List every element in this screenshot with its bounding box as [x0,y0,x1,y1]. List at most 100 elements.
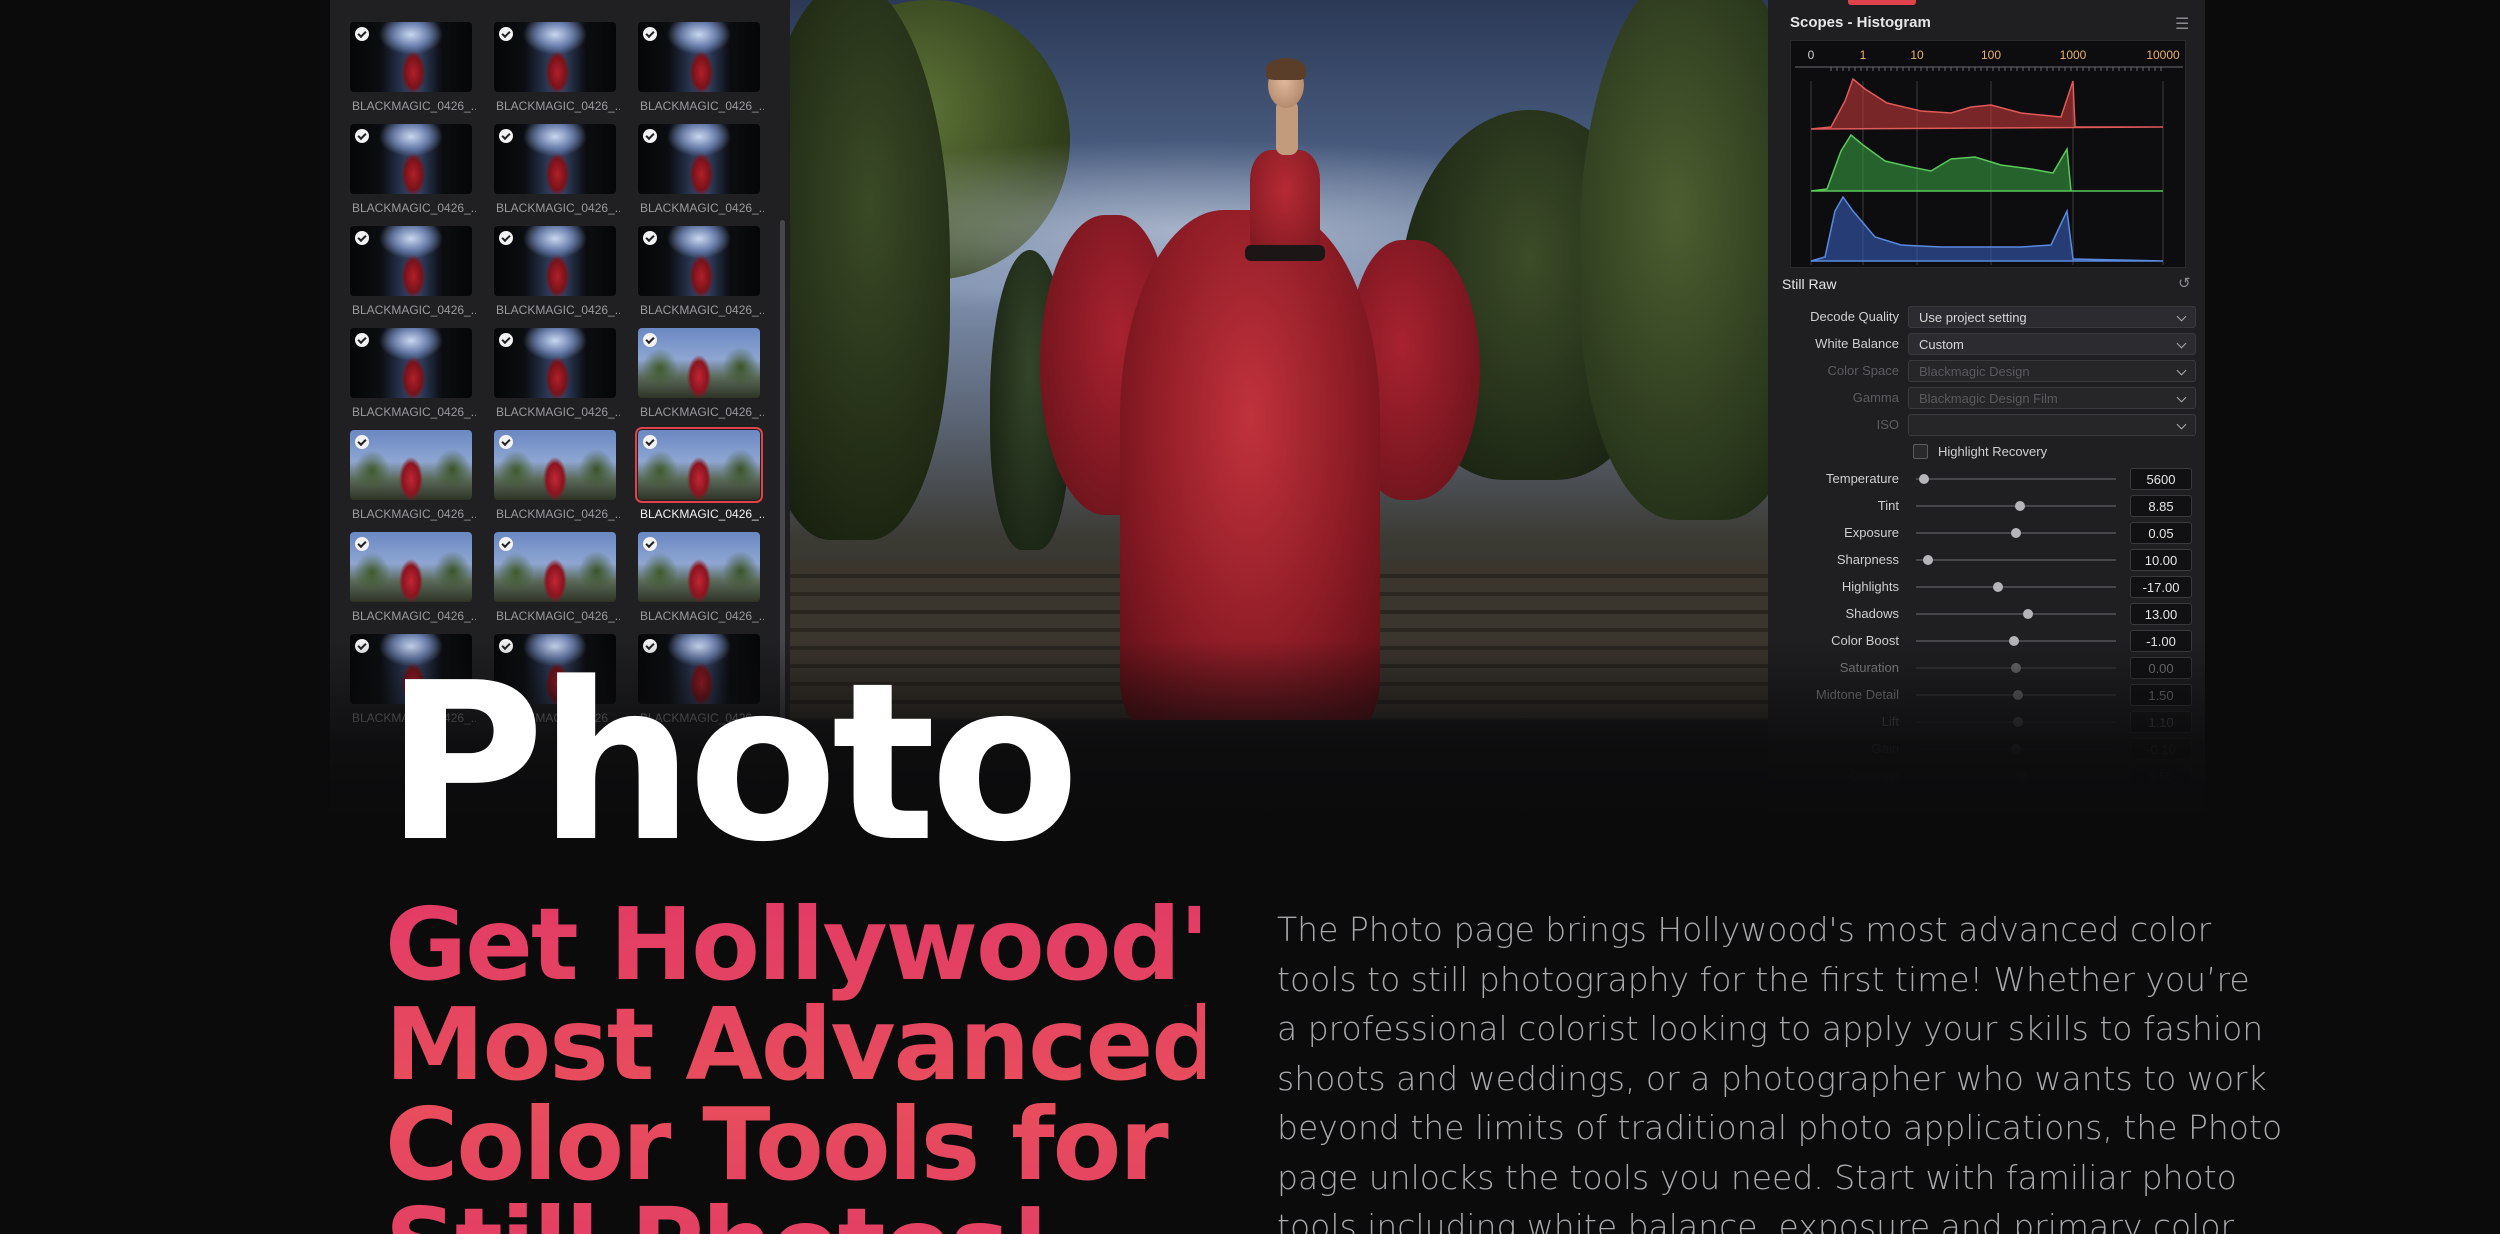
thumbnail-image[interactable] [494,22,616,92]
thumbnail-name: BLACKMAGIC_0426_... [640,99,764,113]
param-dropdown[interactable]: Use project setting [1908,306,2196,328]
body-line: The Photo page brings Hollywood's most a… [1277,910,2212,949]
param-row-slider: Highlights -17.00 [1768,575,2205,599]
thumbnail-image[interactable] [638,124,760,194]
histogram-scale-label: 1000 [2060,48,2087,62]
histogram-scale-label: 0 [1808,48,1815,62]
cloud-sync-icon [643,333,657,347]
param-slider-track[interactable] [1916,478,2116,480]
highlight-recovery-row: Highlight Recovery [1768,440,2205,464]
thumbnail-name: BLACKMAGIC_0426_... [640,405,764,419]
param-value-field[interactable]: 5600 [2130,468,2192,490]
still-raw-header: Still Raw [1782,276,1837,292]
image-viewer[interactable] [790,0,1798,720]
headline-line: Color Tools for [385,1086,1167,1203]
thumbnail-image[interactable] [350,124,472,194]
param-slider-track[interactable] [1916,559,2116,561]
param-dropdown [1908,414,2196,436]
headline-line: Get Hollywood's [385,886,1266,1003]
cloud-sync-icon [355,129,369,143]
param-label: ISO [1876,417,1899,432]
thumbnail-image[interactable] [638,328,760,398]
viewer-model-torso [1250,150,1320,250]
param-row-select: ISO [1768,413,2205,437]
param-label: Color Space [1827,363,1899,378]
param-row-slider: Exposure 0.05 [1768,521,2205,545]
param-value-field[interactable]: 0.05 [2130,522,2192,544]
cloud-sync-icon [355,231,369,245]
body-copy: The Photo page brings Hollywood's most a… [1277,905,2283,1234]
param-value-field[interactable]: 10.00 [2130,549,2192,571]
thumbnail-image[interactable] [350,328,472,398]
histogram-scale-label: 1 [1860,48,1867,62]
body-line: a professional colorist looking to apply… [1277,1009,2264,1048]
reset-icon[interactable]: ↺ [2178,274,2191,292]
thumbnail-image[interactable] [494,532,616,602]
param-label: Shadows [1845,606,1899,621]
thumbnail-name: BLACKMAGIC_0426_... [496,405,620,419]
param-slider-knob[interactable] [1919,474,1929,484]
param-row-select: Gamma Blackmagic Design Film [1768,386,2205,410]
thumbnail-image[interactable] [638,226,760,296]
param-label: Highlights [1841,579,1899,594]
param-value-field[interactable]: -17.00 [2130,576,2192,598]
param-slider-knob[interactable] [1923,555,1933,565]
thumbnail-name: BLACKMAGIC_0426_... [496,507,620,521]
body-line: page unlocks the tools you need. Start w… [1277,1157,2237,1197]
thumbnail-image[interactable] [494,328,616,398]
thumbnail-image[interactable] [494,430,616,500]
param-row-select: Color Space Blackmagic Design [1768,359,2205,383]
param-slider-knob[interactable] [1993,582,2003,592]
highlight-recovery-checkbox[interactable] [1913,444,1928,459]
param-label: Gamma [1852,390,1899,405]
thumbnail-name: BLACKMAGIC_0426_... [352,507,476,521]
thumbnail-image[interactable] [635,427,763,503]
viewer-model-neck [1276,100,1298,155]
param-slider-track[interactable] [1916,613,2116,615]
param-row-slider: Sharpness 10.00 [1768,548,2205,572]
thumbnail-image[interactable] [638,22,760,92]
param-label: Sharpness [1836,552,1899,567]
viewer-tree-left [790,0,950,540]
cloud-sync-icon [499,333,513,347]
thumbnail-name: BLACKMAGIC_0426_... [640,507,764,521]
param-slider-knob[interactable] [2015,501,2025,511]
param-slider-knob[interactable] [2011,528,2021,538]
thumbnail-name: BLACKMAGIC_0426_... [640,201,764,215]
cloud-sync-icon [355,435,369,449]
histogram-scope: 0 1 10 100 1000 10000 [1790,40,2186,268]
cloud-sync-icon [643,231,657,245]
scopes-options-icon[interactable]: ☰ [2175,14,2189,34]
cloud-sync-icon [643,435,657,449]
thumbnail-image[interactable] [350,532,472,602]
cloud-sync-icon [355,27,369,41]
param-label: White Balance [1815,336,1899,351]
cloud-sync-icon [643,537,657,551]
thumbnail-name: BLACKMAGIC_0426_... [352,303,476,317]
cloud-sync-icon [355,333,369,347]
body-line: beyond the limits of traditional photo a… [1277,1108,2283,1147]
thumbnail-image[interactable] [638,532,760,602]
highlight-recovery-label: Highlight Recovery [1938,444,2048,459]
thumbnail-name: BLACKMAGIC_0426_... [352,609,476,623]
thumbnail-name: BLACKMAGIC_0426_... [496,201,620,215]
thumbnail-name: BLACKMAGIC_0426_... [496,303,620,317]
viewer-belt [1245,245,1325,261]
param-slider-track[interactable] [1916,586,2116,588]
thumbnail-image[interactable] [350,430,472,500]
thumbnail-image[interactable] [494,124,616,194]
param-row-select: Decode Quality Use project setting [1768,305,2205,329]
param-value-field[interactable]: 13.00 [2130,603,2192,625]
param-slider-knob[interactable] [2023,609,2033,619]
param-row-slider: Shadows 13.00 [1768,602,2205,626]
thumbnail-image[interactable] [350,22,472,92]
thumbnail-image[interactable] [350,226,472,296]
active-tab-indicator [1848,0,1916,5]
param-value-field[interactable]: 8.85 [2130,495,2192,517]
histogram-scale-label: 10 [1910,48,1924,62]
thumbnail-name: BLACKMAGIC_0426_... [352,201,476,215]
thumbnail-image[interactable] [494,226,616,296]
thumbnail-name: BLACKMAGIC_0426_... [496,609,620,623]
param-dropdown[interactable]: Custom [1908,333,2196,355]
param-label: Decode Quality [1810,309,1899,324]
